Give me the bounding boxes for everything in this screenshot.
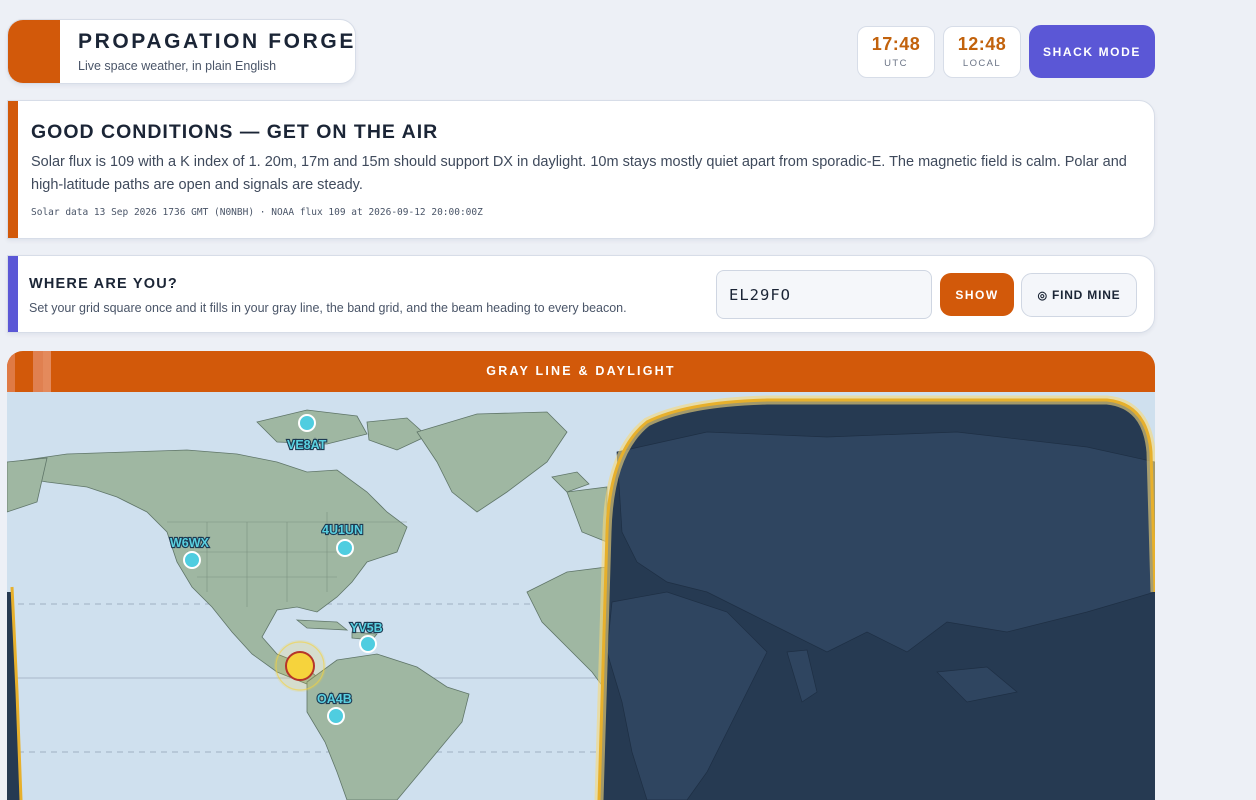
- beacon-label: 4U1UN: [322, 523, 363, 537]
- app-title: PROPAGATION FORGE: [78, 30, 356, 53]
- conditions-card: GOOD CONDITIONS — GET ON THE AIR Solar f…: [7, 100, 1155, 239]
- location-title: WHERE ARE YOU?: [29, 276, 178, 292]
- app-subtitle: Live space weather, in plain English: [78, 59, 277, 73]
- target-icon: ◎: [1037, 290, 1048, 302]
- location-accent-bar: [8, 256, 18, 332]
- local-time: 12:48: [957, 34, 1007, 54]
- local-clock: 12:48 LOCAL: [943, 26, 1021, 78]
- grid-square-input[interactable]: [716, 270, 932, 319]
- find-mine-label: FIND MINE: [1051, 288, 1121, 302]
- sun-icon: [285, 651, 315, 681]
- conditions-headline: GOOD CONDITIONS — GET ON THE AIR: [31, 121, 439, 143]
- conditions-summary: Solar flux is 109 with a K index of 1. 2…: [31, 154, 1127, 193]
- beacon-label: OA4B: [317, 692, 352, 706]
- shack-mode-button[interactable]: SHACK MODE: [1029, 25, 1155, 78]
- brand-card: PROPAGATION FORGE Live space weather, in…: [7, 19, 356, 84]
- find-mine-button[interactable]: ◎ FIND MINE: [1021, 273, 1137, 317]
- map-title: GRAY LINE & DAYLIGHT: [486, 364, 676, 378]
- show-button[interactable]: SHOW: [940, 273, 1014, 316]
- map-header: GRAY LINE & DAYLIGHT: [7, 351, 1155, 392]
- local-label: LOCAL: [962, 58, 1002, 69]
- utc-time: 17:48: [871, 34, 921, 54]
- beacon-label: VE8AT: [287, 438, 327, 452]
- conditions-accent-bar: [8, 101, 18, 238]
- utc-label: UTC: [884, 58, 908, 69]
- gray-line-map-card: GRAY LINE & DAYLIGHT VE8AT W6WX 4U1UN YV…: [7, 351, 1155, 800]
- utc-clock: 17:48 UTC: [857, 26, 935, 78]
- brand-accent-bar: [8, 20, 60, 83]
- beacon-label: W6WX: [170, 536, 210, 550]
- location-card: WHERE ARE YOU? Set your grid square once…: [7, 255, 1155, 333]
- solar-data-meta: Solar data 13 Sep 2026 1736 GMT (N0NBH) …: [31, 207, 483, 218]
- location-subtitle: Set your grid square once and it fills i…: [29, 301, 627, 315]
- world-map[interactable]: VE8AT W6WX 4U1UN YV5B OA4B: [7, 392, 1155, 800]
- beacon-label: YV5B: [350, 621, 383, 635]
